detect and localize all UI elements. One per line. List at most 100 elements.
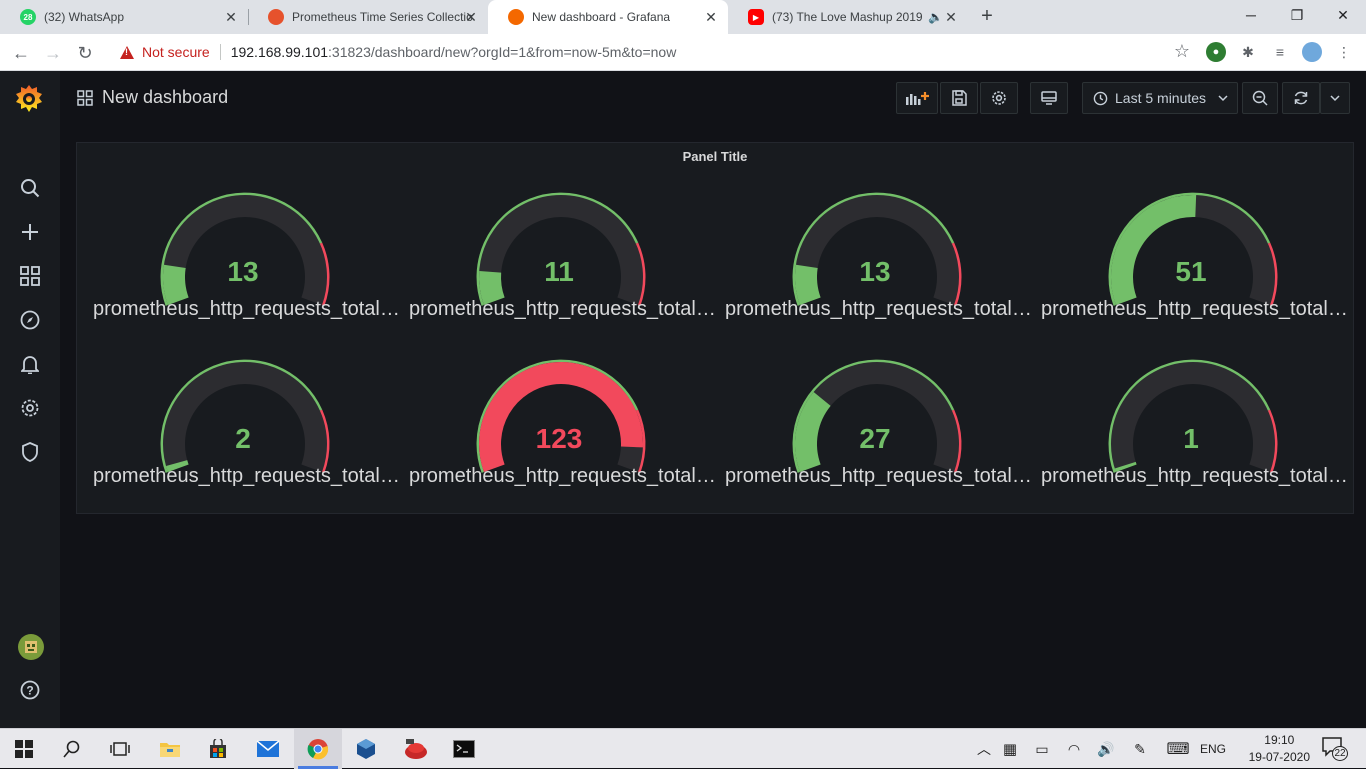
network-adapter-icon[interactable]: ▦ (994, 740, 1026, 758)
plus-icon[interactable] (19, 221, 41, 243)
panel-title[interactable]: Panel Title (77, 149, 1353, 164)
battery-icon[interactable]: ▭ (1026, 741, 1058, 758)
compass-icon[interactable] (19, 309, 41, 331)
save-dashboard-button[interactable] (940, 82, 978, 114)
time-picker-button[interactable]: Last 5 minutes (1082, 82, 1238, 114)
gauge-6: 123 prometheus_http_requests_total{... (401, 344, 717, 506)
tab-grafana[interactable]: New dashboard - Grafana ✕ (488, 0, 728, 34)
volume-icon[interactable]: 🔊 (1090, 741, 1122, 758)
virtualbox-icon[interactable] (342, 729, 390, 769)
wifi-icon[interactable]: ◠ (1058, 741, 1090, 758)
forward-button[interactable]: → (40, 40, 66, 66)
gauge-value: 51 (1175, 256, 1207, 287)
gauge-value: 2 (235, 423, 251, 454)
reload-button[interactable]: ↻ (72, 40, 98, 66)
gauge-3: 13 prometheus_http_requests_total{... (717, 177, 1033, 339)
grafana-sidemenu: ? (0, 71, 60, 728)
gauge-label: prometheus_http_requests_total{... (1041, 298, 1349, 320)
close-icon[interactable]: ✕ (222, 8, 240, 26)
search-icon[interactable] (19, 177, 41, 199)
speaker-icon[interactable]: 🔈 (928, 10, 943, 24)
gauge-value: 11 (544, 256, 574, 287)
gear-icon (992, 91, 1006, 105)
tab-prometheus[interactable]: Prometheus Time Series Collectio ✕ (248, 0, 488, 34)
language-indicator[interactable]: ENG (1198, 742, 1228, 756)
notifications-icon[interactable]: 22 (1322, 737, 1348, 761)
url-path: :31823/dashboard/new?orgId=1&from=now-5m… (328, 44, 677, 60)
gauge-label: prometheus_http_requests_total{... (1041, 465, 1349, 487)
cycle-view-mode-button[interactable] (1030, 82, 1068, 114)
browser-toolbar: ← → ↻ Not secure 192.168.99.101:31823/da… (0, 34, 1366, 71)
dashboard-header: New dashboard Last 5 minutes (60, 71, 1366, 125)
red-app-icon[interactable] (392, 729, 440, 769)
refresh-icon (1294, 91, 1308, 105)
browser-tabstrip: 28 (32) WhatsApp ✕ Prometheus Time Serie… (0, 0, 1366, 34)
tab-title: Prometheus Time Series Collectio (292, 10, 472, 24)
warning-icon (120, 45, 134, 59)
gauge-label: prometheus_http_requests_total{... (409, 298, 717, 320)
keyboard-icon[interactable]: ⌨ (1158, 739, 1198, 759)
zoom-out-button[interactable] (1242, 82, 1278, 114)
gauge-value: 13 (227, 256, 259, 287)
new-tab-button[interactable]: + (976, 6, 998, 28)
youtube-icon: ▶ (748, 9, 764, 25)
gear-icon[interactable] (19, 397, 41, 419)
start-windows-icon[interactable] (0, 729, 48, 769)
close-window-button[interactable]: ✕ (1320, 0, 1366, 30)
dashboard-settings-button[interactable] (980, 82, 1018, 114)
grafana-logo-icon[interactable] (13, 83, 45, 115)
help-icon[interactable]: ? (19, 679, 41, 701)
close-icon[interactable]: ✕ (702, 8, 720, 26)
chevron-down-icon (1218, 95, 1228, 102)
chrome-icon[interactable] (294, 729, 342, 769)
zoom-out-icon (1252, 90, 1268, 106)
avatar[interactable] (18, 634, 44, 660)
tab-whatsapp[interactable]: 28 (32) WhatsApp ✕ (0, 0, 248, 34)
gauge-panel[interactable]: Panel Title 13 prometheus_http_requests_t… (76, 142, 1354, 514)
gauge-5: 2 prometheus_http_requests_total{... (85, 344, 401, 506)
file-explorer-icon[interactable] (146, 729, 194, 769)
address-bar[interactable]: Not secure 192.168.99.101:31823/dashboar… (108, 37, 1196, 67)
back-button[interactable]: ← (8, 40, 34, 66)
svg-text:?: ? (26, 684, 33, 698)
media-queue-icon[interactable]: ≡ (1270, 42, 1290, 62)
refresh-button[interactable] (1282, 82, 1320, 114)
system-tray: ︿ ▦ ▭ ◠ 🔊 ✎ ⌨ ENG (974, 729, 1228, 769)
add-panel-icon (906, 92, 929, 105)
chevron-up-icon[interactable]: ︿ (974, 739, 994, 759)
gauge-value: 27 (859, 423, 891, 454)
bell-icon[interactable] (19, 353, 41, 375)
extension-globe-icon[interactable]: ● (1206, 42, 1226, 62)
tab-title: (73) The Love Mashup 2019 / (772, 10, 922, 24)
clock-icon (1093, 91, 1108, 105)
gauge-value: 1 (1183, 423, 1199, 454)
store-icon[interactable] (194, 729, 242, 769)
security-label[interactable]: Not secure (142, 44, 210, 60)
minimize-button[interactable]: ─ (1228, 0, 1274, 30)
terminal-icon[interactable] (440, 729, 488, 769)
add-panel-button[interactable] (896, 82, 938, 114)
chevron-down-icon (1330, 95, 1340, 102)
prometheus-icon (268, 9, 284, 25)
restore-button[interactable]: ❐ (1274, 0, 1320, 30)
gauge-label: prometheus_http_requests_total{... (409, 465, 717, 487)
search-icon[interactable] (48, 729, 96, 769)
task-view-icon[interactable] (96, 729, 144, 769)
dashboards-grid-icon[interactable] (19, 265, 41, 287)
pen-icon[interactable]: ✎ (1122, 741, 1158, 758)
tab-youtube[interactable]: ▶ (73) The Love Mashup 2019 / 🔈 ✕ (728, 0, 968, 34)
shield-icon[interactable] (19, 441, 41, 463)
grafana-icon (508, 9, 524, 25)
browser-menu-icon[interactable]: ⋮ (1334, 42, 1354, 62)
extensions-puzzle-icon[interactable]: ✱ (1238, 42, 1258, 62)
profile-avatar-icon[interactable] (1302, 42, 1322, 62)
close-icon[interactable]: ✕ (462, 8, 480, 26)
gauge-label: prometheus_http_requests_total{... (93, 298, 401, 320)
dashboard-title[interactable]: New dashboard (102, 87, 228, 108)
refresh-interval-dropdown[interactable] (1320, 82, 1350, 114)
gauge-2: 11 prometheus_http_requests_total{... (401, 177, 717, 339)
bookmark-star-icon[interactable]: ☆ (1174, 41, 1190, 62)
taskbar-clock[interactable]: 19:10 19-07-2020 (1249, 732, 1310, 766)
mail-icon[interactable] (244, 729, 292, 769)
close-icon[interactable]: ✕ (942, 8, 960, 26)
